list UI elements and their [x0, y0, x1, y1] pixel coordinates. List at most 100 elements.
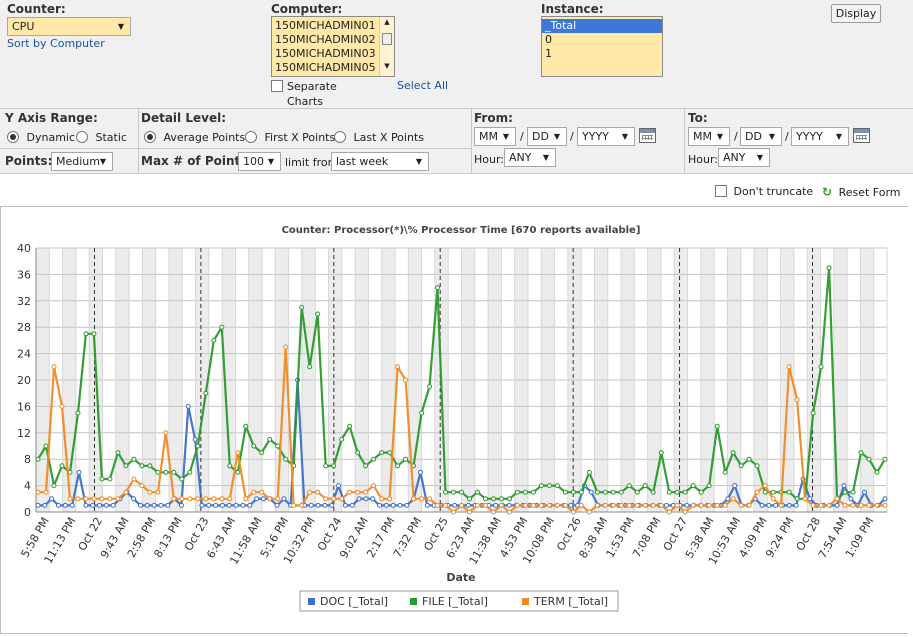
checkbox-box[interactable] — [271, 80, 283, 92]
data-point — [275, 496, 281, 502]
computer-listbox[interactable]: 150MICHADMIN01 150MICHADMIN02 150MICHADM… — [271, 16, 395, 77]
computer-label: Computer: — [271, 2, 343, 16]
legend-entry: DOC [_Total] — [320, 595, 388, 608]
from-month-select[interactable]: MM ▼ — [474, 127, 516, 146]
data-point — [506, 502, 512, 508]
to-month-select[interactable]: MM ▼ — [688, 127, 730, 146]
from-day-select[interactable]: DD ▼ — [527, 127, 567, 146]
data-point — [387, 450, 393, 456]
separate-charts-checkbox[interactable] — [271, 80, 283, 93]
data-point — [602, 489, 608, 495]
data-point — [732, 483, 738, 489]
y-axis-static-option[interactable]: Static — [76, 131, 127, 144]
to-calendar-icon[interactable] — [853, 128, 870, 143]
radio-first[interactable] — [245, 131, 257, 143]
data-point — [403, 456, 409, 462]
data-point — [766, 502, 772, 508]
detail-average-option[interactable]: Average Points — [144, 131, 245, 144]
legend-swatch — [308, 598, 315, 605]
to-hour-select[interactable]: ANY ▼ — [718, 148, 770, 167]
data-point — [722, 502, 728, 508]
data-point — [610, 502, 616, 508]
display-button[interactable]: Display — [831, 4, 881, 23]
counter-select[interactable]: CPU ▼ — [7, 17, 131, 36]
data-point — [810, 502, 816, 508]
data-point — [291, 502, 297, 508]
data-point — [377, 502, 383, 508]
data-point — [137, 502, 143, 508]
radio-dynamic[interactable] — [7, 131, 19, 143]
data-point — [882, 502, 888, 508]
form-divider-3 — [0, 173, 913, 174]
instance-option[interactable]: 1 — [542, 47, 662, 61]
data-point — [474, 489, 480, 495]
select-all-link[interactable]: Select All — [397, 79, 448, 92]
data-point — [299, 502, 305, 508]
data-point — [363, 463, 369, 469]
data-point — [322, 502, 328, 508]
detail-first-option[interactable]: First X Points — [245, 131, 335, 144]
instance-listbox[interactable]: _Total 0 1 — [541, 16, 663, 77]
limit-from-select[interactable]: last week ▼ — [331, 152, 429, 171]
instance-option-selected[interactable]: _Total — [542, 19, 662, 33]
data-point — [107, 496, 113, 502]
limit-from-value: last week — [336, 155, 389, 168]
scroll-thumb[interactable] — [382, 33, 392, 45]
data-point — [395, 364, 401, 370]
data-point — [227, 496, 233, 502]
data-point — [139, 483, 145, 489]
points-select[interactable]: Medium ▼ — [51, 152, 113, 171]
sort-by-computer-link[interactable]: Sort by Computer — [7, 37, 105, 50]
computer-option[interactable]: 150MICHADMIN01 — [272, 19, 394, 33]
from-calendar-icon[interactable] — [639, 128, 656, 143]
data-point — [684, 502, 690, 508]
data-point — [147, 463, 153, 469]
y-axis-dynamic-option[interactable]: Dynamic — [7, 131, 75, 144]
data-point — [226, 502, 232, 508]
radio-last[interactable] — [334, 131, 346, 143]
data-point — [171, 496, 177, 502]
to-hour-label: Hour: — [688, 153, 719, 166]
data-point — [219, 324, 225, 330]
data-point — [342, 502, 348, 508]
data-point — [842, 489, 848, 495]
data-point — [554, 502, 560, 508]
computer-option[interactable]: 150MICHADMIN02 — [272, 33, 394, 47]
from-hour-select[interactable]: ANY ▼ — [504, 148, 556, 167]
data-point — [858, 450, 864, 456]
scroll-up-icon[interactable]: ▲ — [380, 17, 394, 27]
data-point — [260, 496, 266, 502]
data-point — [283, 456, 289, 462]
data-point — [379, 496, 385, 502]
x-axis-label: Date — [446, 571, 475, 584]
scroll-down-icon[interactable]: ▼ — [380, 61, 394, 71]
data-point — [770, 489, 776, 495]
reset-form-link[interactable]: ↻ Reset Form — [822, 185, 901, 199]
computer-option[interactable]: 150MICHADMIN05 — [272, 61, 394, 75]
from-year-select[interactable]: YYYY ▼ — [577, 127, 635, 146]
detail-last-option[interactable]: Last X Points — [334, 131, 424, 144]
to-year-select[interactable]: YYYY ▼ — [791, 127, 849, 146]
data-point — [794, 397, 800, 403]
radio-static[interactable] — [76, 131, 88, 143]
instance-option[interactable]: 0 — [542, 33, 662, 47]
radio-average[interactable] — [144, 131, 156, 143]
dynamic-label: Dynamic — [26, 131, 76, 144]
data-point — [578, 502, 584, 508]
max-points-select[interactable]: 100 ▼ — [238, 152, 281, 171]
data-point — [754, 489, 760, 495]
data-point — [834, 502, 840, 508]
data-point — [187, 469, 193, 475]
data-point — [144, 502, 150, 508]
data-point — [99, 496, 105, 502]
to-day-select[interactable]: DD ▼ — [740, 127, 782, 146]
first-label: First X Points — [264, 131, 336, 144]
dont-truncate-checkbox[interactable] — [715, 185, 727, 197]
listbox-scrollbar[interactable]: ▲ ▼ — [379, 17, 394, 76]
data-point — [874, 502, 880, 508]
data-point — [538, 483, 544, 489]
chevron-down-icon: ▼ — [542, 153, 550, 162]
data-point — [43, 489, 49, 495]
computer-option[interactable]: 150MICHADMIN03 — [272, 47, 394, 61]
dont-truncate-option[interactable]: Don't truncate — [715, 185, 813, 198]
